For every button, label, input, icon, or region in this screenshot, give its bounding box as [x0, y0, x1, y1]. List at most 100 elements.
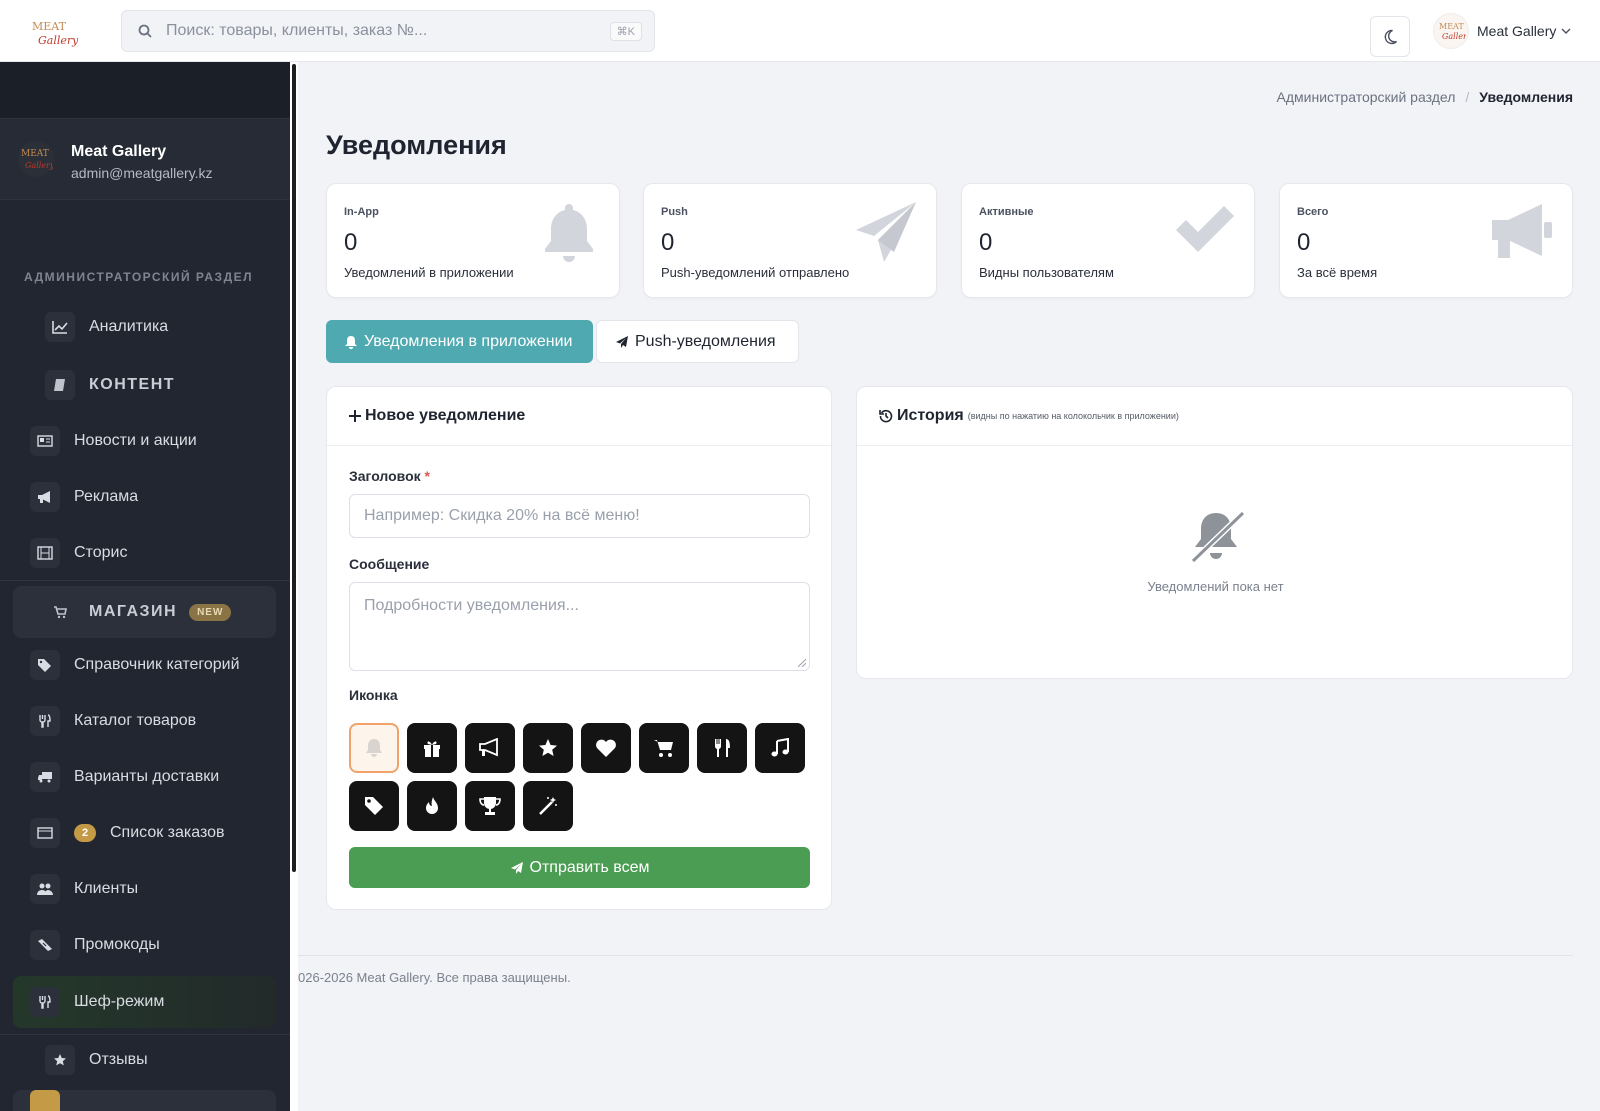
- newspaper-icon: [30, 426, 60, 456]
- history-card: История (видны по нажатию на колокольчик…: [856, 386, 1573, 679]
- icon-option-megaphone[interactable]: [465, 723, 515, 773]
- new-notification-card: Новое уведомление Заголовок * Например: …: [326, 386, 832, 910]
- stat-card-active: Активные 0 Видны пользователям: [961, 183, 1255, 298]
- svg-text:MEAT: MEAT: [1439, 22, 1464, 31]
- check-icon: [1176, 206, 1234, 252]
- stat-card-inapp: In-App 0 Уведомлений в приложении: [326, 183, 620, 298]
- icon-option-star[interactable]: [523, 723, 573, 773]
- sidebar-item-news[interactable]: Новости и акции: [13, 416, 276, 466]
- sidebar-scrollbar-thumb[interactable]: [292, 64, 296, 872]
- breadcrumb-current: Уведомления: [1479, 89, 1573, 105]
- top-bar: MEAT Gallery ⌘K MEATGallery Meat Gallery: [0, 0, 1600, 62]
- sidebar-item-clients[interactable]: Клиенты: [13, 864, 276, 914]
- required-mark: *: [424, 468, 430, 484]
- message-label: Сообщение: [349, 556, 430, 572]
- svg-text:MEAT: MEAT: [32, 20, 67, 33]
- search-input[interactable]: [166, 22, 610, 40]
- bell-slash-icon: [1190, 510, 1245, 564]
- sidebar-item-promocodes[interactable]: Промокоды: [13, 920, 276, 970]
- moon-icon: [1384, 29, 1398, 44]
- tab-push[interactable]: Push-уведомления: [596, 320, 799, 363]
- sidebar-profile[interactable]: MEAT Gallery Meat Gallery admin@meatgalle…: [0, 118, 290, 200]
- megaphone-icon: [1492, 204, 1552, 258]
- search-shortcut-hint: ⌘K: [609, 21, 642, 41]
- sidebar-item-partial[interactable]: [13, 1090, 276, 1111]
- icon-option-heart[interactable]: [581, 723, 631, 773]
- title-label: Заголовок *: [349, 468, 430, 484]
- sidebar-item-ads[interactable]: Реклама: [13, 472, 276, 522]
- icon-option-tag[interactable]: [349, 781, 399, 831]
- footer-copyright: 026-2026 Meat Gallery. Все права защищен…: [298, 970, 571, 985]
- sidebar-top-strip: [0, 62, 290, 118]
- stat-card-total: Всего 0 За всё время: [1279, 183, 1573, 298]
- tab-in-app[interactable]: Уведомления в приложении: [326, 320, 593, 363]
- message-textarea[interactable]: Подробности уведомления...: [349, 582, 810, 671]
- history-empty-text: Уведомлений пока нет: [1147, 579, 1284, 594]
- sidebar-item-catalog[interactable]: Каталог товаров: [13, 696, 276, 746]
- title-input[interactable]: Например: Скидка 20% на всё меню!: [349, 494, 810, 538]
- utensils-icon: [714, 739, 730, 757]
- breadcrumb: Администраторский раздел / Уведомления: [1277, 89, 1573, 105]
- footer-divider: [298, 955, 1573, 956]
- plus-icon: [349, 410, 361, 422]
- icon-option-bell[interactable]: [349, 723, 399, 773]
- icon-option-utensils[interactable]: [697, 723, 747, 773]
- breadcrumb-parent-link[interactable]: Администраторский раздел: [1277, 89, 1456, 105]
- history-icon: [879, 409, 893, 423]
- user-menu[interactable]: MEATGallery Meat Gallery: [1433, 12, 1572, 50]
- icon-option-music[interactable]: [755, 723, 805, 773]
- sidebar-item-delivery[interactable]: Варианты доставки: [13, 752, 276, 802]
- star-icon: [45, 1045, 75, 1075]
- magic-wand-icon: [539, 797, 557, 815]
- cart-icon: [45, 597, 75, 627]
- profile-email: admin@meatgallery.kz: [71, 165, 213, 181]
- sidebar-item-reviews[interactable]: Отзывы: [13, 1035, 276, 1085]
- sidebar-item-chef-mode[interactable]: Шеф-режим: [13, 976, 276, 1028]
- history-header: История (видны по нажатию на колокольчик…: [857, 387, 1572, 446]
- users-icon: [30, 874, 60, 904]
- book-icon: [45, 370, 75, 400]
- gift-icon: [424, 741, 440, 757]
- sidebar-group-content[interactable]: КОНТЕНТ: [13, 360, 276, 410]
- history-title: История: [897, 407, 964, 424]
- global-search[interactable]: ⌘K: [121, 10, 655, 52]
- user-name: Meat Gallery: [1477, 23, 1557, 39]
- sidebar-item-analytics[interactable]: Аналитика: [13, 302, 276, 352]
- sidebar-section-title: АДМИНИСТРАТОРСКИЙ РАЗДЕЛ: [24, 270, 254, 284]
- page-title: Уведомления: [326, 130, 507, 160]
- resize-grip-icon[interactable]: [798, 659, 806, 667]
- sidebar-group-store[interactable]: МАГАЗИН NEW: [13, 586, 276, 638]
- chevron-down-icon: [1561, 28, 1571, 34]
- heart-icon: [596, 739, 616, 757]
- message-textarea-placeholder: Подробности уведомления...: [364, 597, 579, 614]
- film-icon: [30, 538, 60, 568]
- send-to-all-button[interactable]: Отправить всем: [349, 847, 810, 888]
- folder-icon: [30, 1090, 60, 1111]
- paper-plane-icon: [616, 335, 628, 348]
- new-badge: NEW: [189, 603, 232, 621]
- sidebar-item-orders[interactable]: 2 Список заказов: [13, 808, 276, 858]
- icon-option-cart[interactable]: [639, 723, 689, 773]
- sidebar-item-categories[interactable]: Справочник категорий: [13, 640, 276, 690]
- title-input-placeholder: Например: Скидка 20% на всё меню!: [364, 507, 640, 524]
- history-empty-state: Уведомлений пока нет: [857, 509, 1574, 594]
- icon-option-trophy[interactable]: [465, 781, 515, 831]
- ticket-icon: [30, 930, 60, 960]
- stat-card-push: Push 0 Push-уведомлений отправлено: [643, 183, 937, 298]
- paper-plane-icon: [510, 861, 523, 874]
- utensils-icon: [30, 987, 60, 1017]
- tag-icon: [365, 797, 383, 815]
- icon-option-magic-wand[interactable]: [523, 781, 573, 831]
- search-icon: [138, 24, 152, 38]
- theme-toggle-button[interactable]: [1370, 16, 1410, 57]
- svg-text:Gallery: Gallery: [38, 34, 78, 47]
- sidebar-item-stories[interactable]: Сторис: [13, 528, 276, 578]
- brand-logo[interactable]: MEAT Gallery: [28, 14, 79, 50]
- bell-icon: [366, 739, 382, 757]
- history-note: (видны по нажатию на колокольчик в прило…: [967, 411, 1179, 421]
- icon-option-gift[interactable]: [407, 723, 457, 773]
- breadcrumb-separator: /: [1465, 89, 1470, 105]
- truck-icon: [30, 762, 60, 792]
- megaphone-icon: [30, 482, 60, 512]
- icon-option-fire[interactable]: [407, 781, 457, 831]
